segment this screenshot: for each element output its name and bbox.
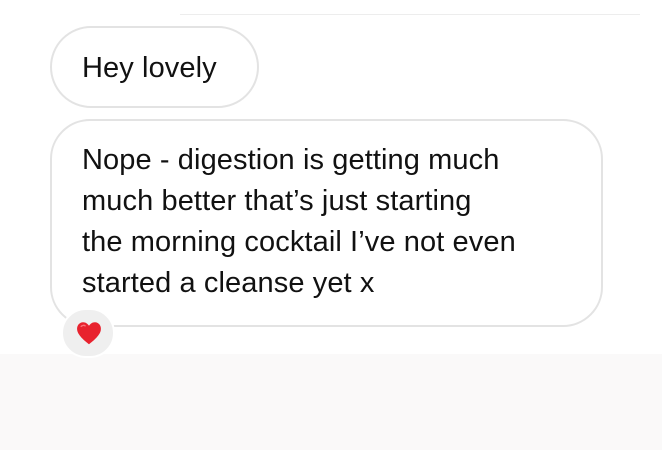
message-text-line: started a cleanse yet x (82, 267, 375, 299)
message-bubble[interactable]: Hey lovely (50, 26, 259, 108)
message-text-line: Hey lovely (82, 52, 217, 84)
red-heart-icon (77, 322, 101, 345)
chat-thread: Hey lovely Nope - digestion is getting m… (0, 0, 662, 358)
message-bubble[interactable]: Nope - digestion is getting much much be… (50, 119, 603, 327)
message-text-line: Nope - digestion is getting much (82, 144, 500, 176)
divider (180, 14, 640, 15)
message-text-line: the morning cocktail I’ve not even (82, 226, 516, 258)
message-text-line: much better that’s just starting (82, 185, 472, 217)
reaction-badge[interactable] (61, 308, 115, 358)
